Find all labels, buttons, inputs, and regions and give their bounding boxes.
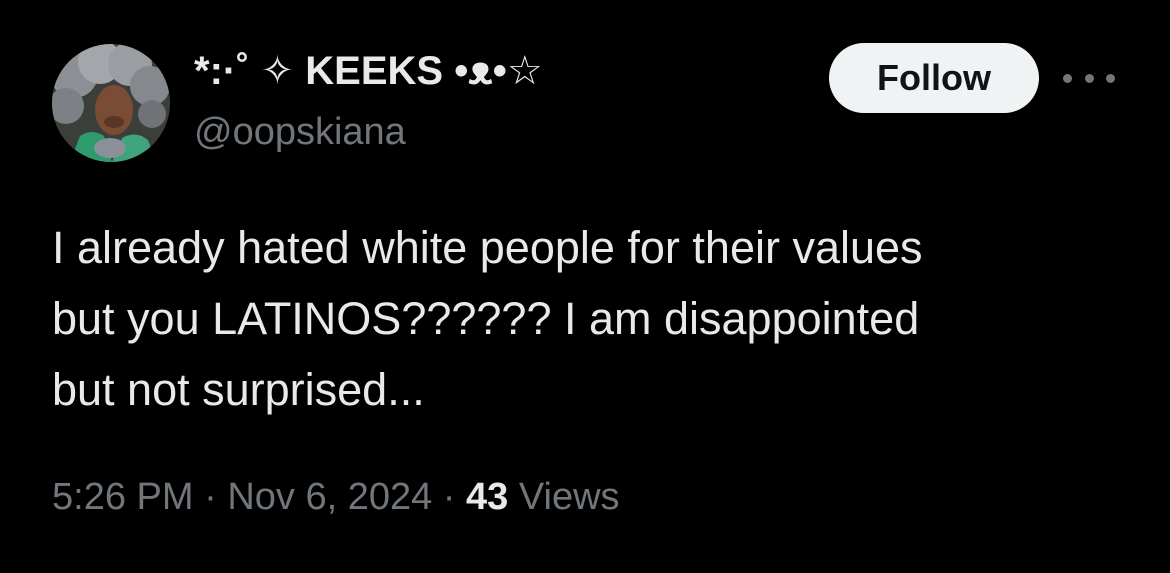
meta-separator: · — [193, 476, 228, 518]
more-dot — [1084, 73, 1094, 83]
meta-separator: · — [432, 476, 467, 518]
tweet-text-line: but you LATINOS?????? I am disappointed — [52, 293, 920, 344]
follow-button[interactable]: Follow — [829, 43, 1039, 113]
tweet-text-line: but not surprised... — [52, 364, 425, 415]
tweet-text-line: I already hated white people for their v… — [52, 222, 923, 273]
more-horizontal-icon[interactable] — [1063, 66, 1115, 90]
tweet-date[interactable]: Nov 6, 2024 — [227, 476, 432, 518]
avatar[interactable] — [52, 44, 170, 162]
tweet-text: I already hated white people for their v… — [52, 212, 1132, 425]
views-count[interactable]: 43 — [466, 476, 508, 518]
views-label[interactable]: Views — [508, 476, 620, 518]
more-dot — [1106, 73, 1115, 83]
display-name[interactable]: *:·˚ ✧ KEEKS •ᴥ•☆ — [194, 48, 543, 94]
tweet-time[interactable]: 5:26 PM — [52, 476, 194, 518]
tweet: *:·˚ ✧ KEEKS •ᴥ•☆ @oopskiana Follow I al… — [0, 0, 1170, 573]
tweet-meta: 5:26 PM · Nov 6, 2024 · 43 Views — [52, 472, 620, 522]
more-dot — [1063, 73, 1072, 83]
avatar-image — [52, 44, 170, 162]
user-handle[interactable]: @oopskiana — [194, 110, 406, 154]
